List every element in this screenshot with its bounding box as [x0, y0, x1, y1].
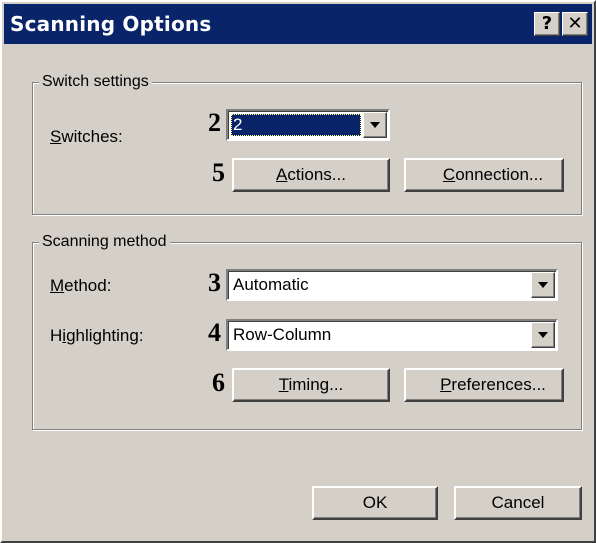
preferences-button[interactable]: Preferences...	[404, 368, 564, 402]
method-number: 3	[208, 268, 221, 297]
cancel-button[interactable]: Cancel	[454, 486, 582, 520]
highlighting-combobox[interactable]: Row-Column	[226, 319, 558, 351]
switch-settings-legend: Switch settings	[39, 72, 152, 92]
window-title: Scanning Options	[10, 12, 212, 36]
timing-number: 6	[212, 368, 225, 397]
switches-value: 2	[231, 114, 361, 136]
chevron-down-icon[interactable]	[363, 112, 387, 138]
method-combobox[interactable]: Automatic	[226, 269, 558, 301]
switches-label: Switches:	[50, 127, 123, 146]
highlighting-label: Highlighting:	[50, 326, 144, 345]
switch-settings-group: Switch settings	[32, 72, 582, 215]
highlighting-number: 4	[208, 318, 221, 347]
switches-combobox[interactable]: 2	[226, 109, 390, 141]
close-button[interactable]: ✕	[562, 12, 588, 36]
switches-number: 2	[208, 108, 221, 137]
actions-number: 5	[212, 158, 225, 187]
title-bar[interactable]: Scanning Options ? ✕	[4, 4, 592, 44]
chevron-down-icon[interactable]	[531, 322, 555, 348]
method-label: Method:	[50, 276, 112, 295]
scanning-method-legend: Scanning method	[39, 232, 170, 252]
connection-button[interactable]: Connection...	[404, 158, 564, 192]
ok-button[interactable]: OK	[312, 486, 438, 520]
actions-button[interactable]: Actions...	[232, 158, 390, 192]
highlighting-value: Row-Column	[233, 325, 332, 344]
scanning-options-dialog: Scanning Options ? ✕ Switch settings Swi…	[0, 0, 596, 543]
help-button[interactable]: ?	[534, 12, 560, 36]
timing-button[interactable]: Timing...	[232, 368, 390, 402]
chevron-down-icon[interactable]	[531, 272, 555, 298]
close-icon: ✕	[567, 13, 583, 34]
method-value: Automatic	[233, 275, 309, 294]
